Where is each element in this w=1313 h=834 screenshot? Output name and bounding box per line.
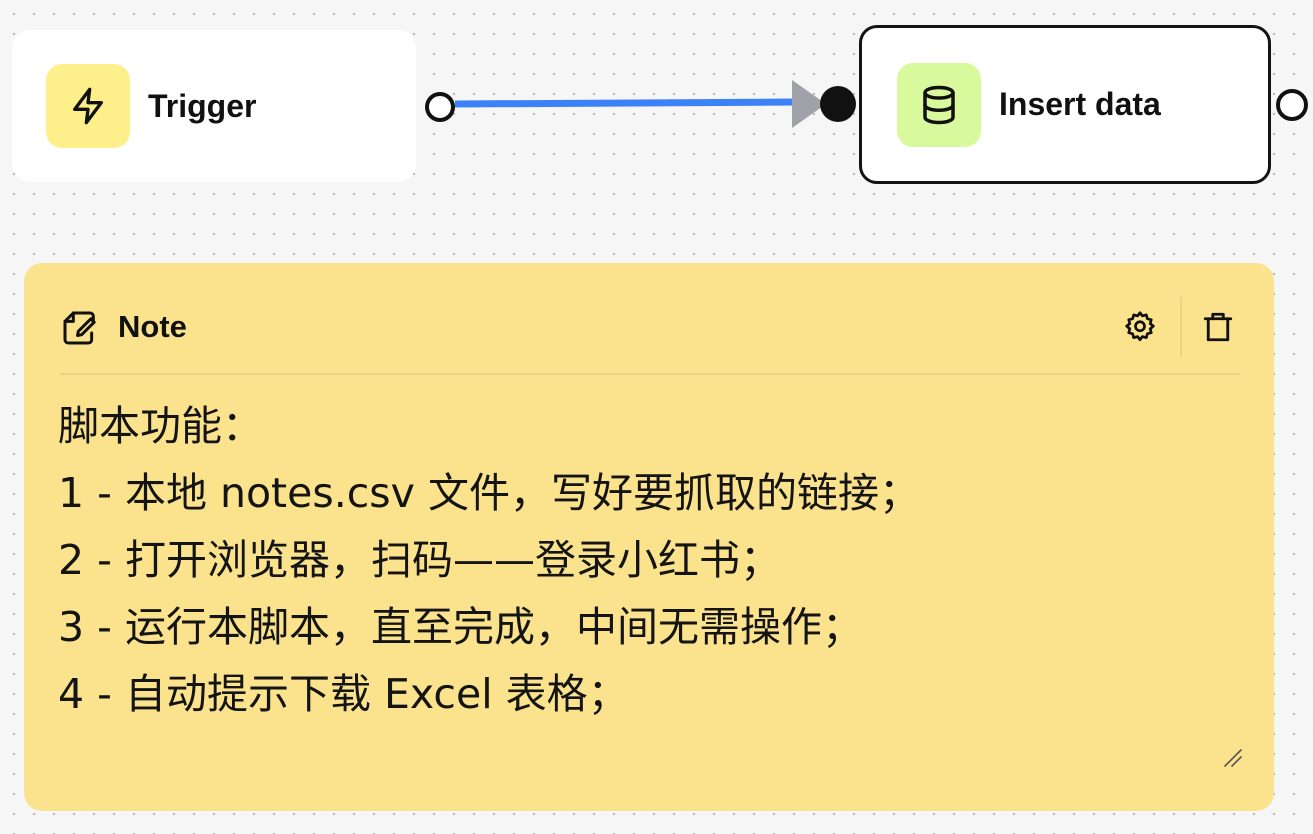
note-line: 4 - 自动提示下载 Excel 表格； [58, 670, 629, 718]
insert-data-node-label: Insert data [999, 86, 1161, 122]
sticky-note[interactable]: Note 脚本功能： 1 - 本地 notes.csv 文件，写好要抓取的链接；… [24, 263, 1274, 811]
insert-data-output-handle[interactable] [1276, 89, 1308, 121]
trigger-node-label: Trigger [148, 87, 257, 124]
note-line: 2 - 打开浏览器，扫码——登录小红书； [58, 536, 781, 584]
insert-data-input-handle[interactable] [820, 86, 856, 122]
lightning-bolt-icon [73, 87, 104, 125]
note-settings-button[interactable] [1118, 305, 1162, 349]
insert-data-node[interactable]: Insert data [859, 25, 1271, 184]
note-edit-icon [63, 311, 96, 345]
edge-line [454, 98, 797, 108]
note-title: Note [118, 309, 187, 344]
trigger-output-handle[interactable] [425, 92, 455, 122]
gear-icon [1125, 311, 1155, 342]
trigger-icon-badge [46, 64, 130, 148]
database-icon [923, 85, 955, 124]
trash-icon [1203, 312, 1233, 342]
note-line: 1 - 本地 notes.csv 文件，写好要抓取的链接； [58, 469, 920, 517]
note-line: 脚本功能： [58, 402, 263, 450]
note-header: Note [60, 297, 1240, 375]
insert-data-icon-badge [897, 62, 981, 147]
note-line: 3 - 运行本脚本，直至完成，中间无需操作； [58, 603, 863, 651]
resize-handle-icon[interactable] [1222, 747, 1244, 769]
trigger-node[interactable]: Trigger [12, 30, 416, 182]
note-content[interactable]: 脚本功能： 1 - 本地 notes.csv 文件，写好要抓取的链接； 2 - … [58, 393, 1234, 728]
note-header-divider [1180, 297, 1182, 357]
note-delete-button[interactable] [1196, 305, 1240, 349]
